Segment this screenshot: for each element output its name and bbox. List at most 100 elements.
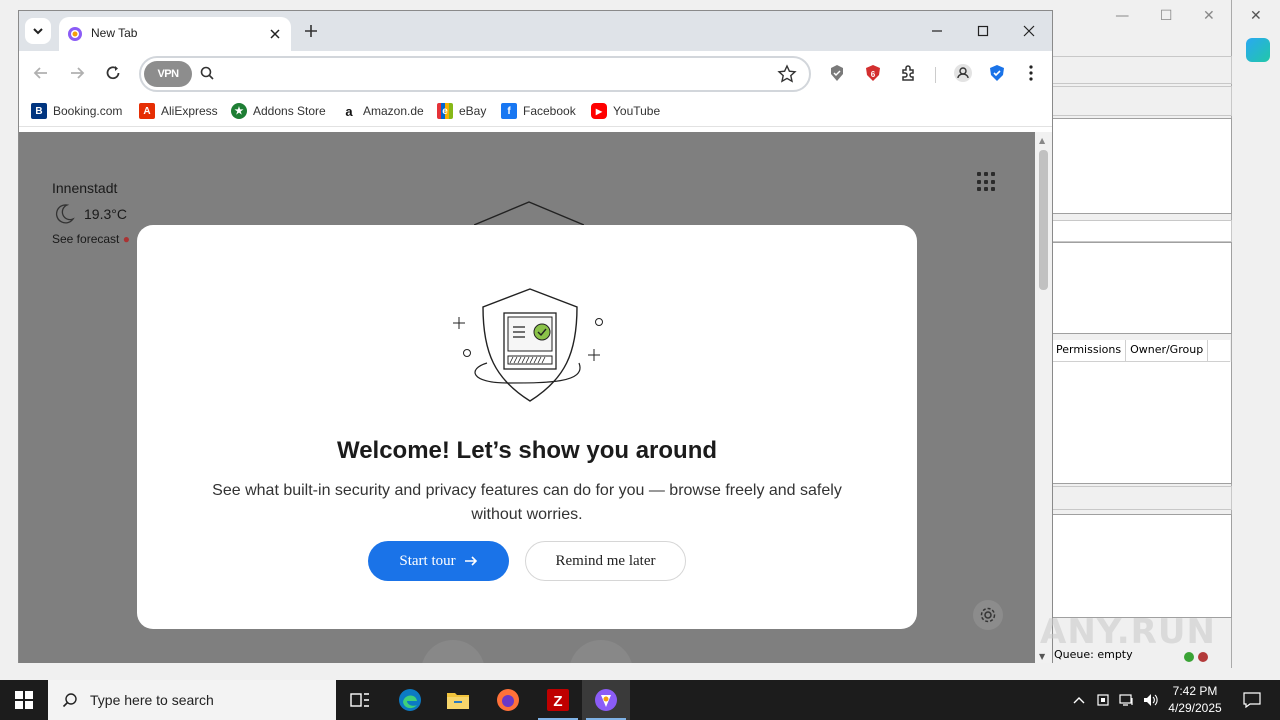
scroll-up-icon[interactable]: ▲: [1039, 136, 1045, 145]
address-input[interactable]: [221, 62, 761, 86]
bookmark-youtube[interactable]: ▶ YouTube: [591, 102, 660, 120]
folder-icon: [447, 693, 469, 709]
tray-network[interactable]: [1116, 680, 1138, 720]
remind-later-button[interactable]: Remind me later: [525, 541, 686, 581]
background-path-dropdown[interactable]: [1052, 220, 1232, 242]
shortcut-tile[interactable]: [421, 640, 485, 663]
weather-forecast-link[interactable]: See forecast ●: [52, 232, 130, 246]
menu-kebab-icon[interactable]: [1021, 63, 1041, 83]
bookmark-aliexpress[interactable]: A AliExpress: [139, 102, 218, 120]
browser-logo-icon: [595, 689, 617, 711]
reload-button[interactable]: [101, 61, 125, 85]
tab-close-button[interactable]: [265, 24, 285, 44]
scroll-thumb[interactable]: [1039, 150, 1048, 290]
filezilla-icon: Z: [547, 689, 569, 711]
status-leds: [1184, 652, 1208, 662]
forward-button[interactable]: [65, 61, 89, 85]
bookmark-addons-store[interactable]: ★ Addons Store: [231, 102, 326, 120]
welcome-dialog: Welcome! Let’s show you around See what …: [137, 225, 917, 629]
network-icon: [1119, 694, 1133, 706]
bookmark-facebook[interactable]: f Facebook: [501, 102, 576, 120]
vpn-label: VPN: [157, 68, 179, 80]
youtube-icon: ▶: [591, 103, 607, 119]
clock-time: 7:42 PM: [1172, 684, 1218, 698]
weather-current: 19.3°C: [52, 202, 127, 226]
column-owner-group[interactable]: Owner/Group: [1126, 340, 1209, 361]
extensions-puzzle-icon[interactable]: [899, 63, 919, 83]
notification-icon: [1243, 692, 1261, 708]
bookmark-label: YouTube: [613, 104, 661, 118]
chevron-up-icon: [1073, 697, 1085, 704]
maximize-icon[interactable]: ☐: [1160, 8, 1173, 32]
browser-toolbar: VPN 6: [19, 51, 1052, 95]
page-scrollbar[interactable]: ▲ ▼: [1035, 132, 1052, 663]
arrow-right-icon: [464, 556, 477, 566]
taskbar-edge[interactable]: [386, 680, 434, 720]
vpn-toggle[interactable]: VPN: [144, 61, 192, 87]
background-window-controls: — ☐ ✕: [1100, 8, 1230, 32]
start-button[interactable]: [0, 680, 48, 720]
taskbar-firefox[interactable]: [484, 680, 532, 720]
star-icon[interactable]: [777, 64, 797, 84]
close-icon: [1023, 25, 1035, 37]
tab-search-button[interactable]: [25, 18, 51, 44]
address-bar[interactable]: VPN: [139, 56, 811, 92]
close-icon[interactable]: ✕: [1203, 8, 1215, 32]
background-address-bar: [1052, 86, 1232, 116]
security-shield-illustration: [453, 288, 603, 402]
privacy-badge-icon[interactable]: [827, 63, 847, 83]
taskbar-filezilla[interactable]: Z: [534, 680, 582, 720]
tray-overflow-button[interactable]: [1068, 680, 1090, 720]
close-icon[interactable]: ✕: [1250, 8, 1262, 24]
back-button[interactable]: [29, 61, 53, 85]
task-view-icon: [350, 693, 369, 707]
firefox-icon: [497, 689, 519, 711]
taskbar-browser[interactable]: [582, 680, 630, 720]
start-tour-button[interactable]: Start tour: [368, 541, 509, 581]
tab-new-tab[interactable]: New Tab: [59, 17, 291, 51]
new-tab-button[interactable]: [299, 19, 323, 43]
adblock-shield-icon[interactable]: 6: [863, 63, 883, 83]
customize-settings-button[interactable]: [973, 600, 1003, 630]
taskbar-clock[interactable]: 7:42 PM 4/29/2025: [1162, 683, 1228, 717]
minimize-icon[interactable]: —: [1115, 8, 1129, 32]
led-green-icon: [1184, 652, 1194, 662]
scroll-down-icon[interactable]: ▼: [1039, 652, 1045, 661]
taskbar-search[interactable]: Type here to search: [48, 680, 336, 720]
bookmark-label: AliExpress: [161, 104, 218, 118]
minimize-icon: [932, 30, 942, 32]
profile-avatar-icon[interactable]: [953, 63, 973, 83]
tab-strip: New Tab: [19, 11, 1052, 51]
weather-city: Innenstadt: [52, 180, 118, 196]
welcome-title: Welcome! Let’s show you around: [336, 437, 718, 464]
notification-center-button[interactable]: [1232, 680, 1272, 720]
task-view-button[interactable]: [336, 680, 384, 720]
tray-defender[interactable]: [1092, 680, 1114, 720]
close-window-button[interactable]: [1009, 17, 1049, 45]
forecast-label: See forecast: [52, 232, 120, 246]
minimize-button[interactable]: [917, 17, 957, 45]
bookmark-booking[interactable]: B Booking.com: [31, 102, 122, 120]
shortcut-tile[interactable]: [569, 640, 633, 663]
taskbar-file-explorer[interactable]: [434, 680, 482, 720]
copilot-icon[interactable]: [1246, 38, 1270, 62]
maximize-button[interactable]: [963, 17, 1003, 45]
tray-volume[interactable]: [1140, 680, 1162, 720]
bookmark-amazon[interactable]: a Amazon.de: [341, 102, 424, 120]
reload-icon: [106, 66, 120, 80]
password-shield-icon[interactable]: [987, 63, 1007, 83]
facebook-icon: f: [501, 103, 517, 119]
browser-logo-icon: [68, 27, 82, 41]
tab-title: New Tab: [91, 26, 138, 40]
column-permissions[interactable]: Permissions: [1052, 340, 1127, 361]
bookmark-ebay[interactable]: e eBay: [437, 102, 486, 120]
ebay-icon: e: [437, 103, 453, 119]
background-message-log: [1052, 118, 1232, 214]
apps-grid-icon[interactable]: [977, 172, 997, 192]
moon-icon: [56, 204, 75, 224]
bookmark-label: Addons Store: [253, 104, 326, 118]
led-red-icon: [1198, 652, 1208, 662]
background-file-list: [1052, 362, 1232, 484]
arrow-right-icon: [71, 67, 85, 79]
volume-icon: [1144, 694, 1158, 706]
